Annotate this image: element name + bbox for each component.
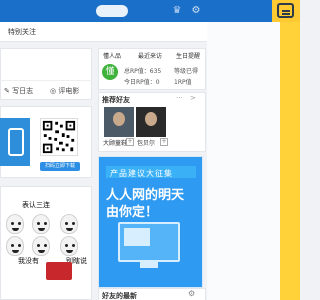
ad-headline-2: 由你定！ bbox=[106, 205, 159, 220]
avatar[interactable]: 懂 bbox=[102, 64, 118, 80]
total-rp: 总RP值：635 bbox=[124, 68, 162, 75]
download-button[interactable]: 扫码立即下载 bbox=[40, 162, 80, 171]
ad-top-label: 产品建议大征集 bbox=[110, 169, 173, 178]
crown-icon[interactable]: ♛ bbox=[170, 4, 184, 18]
level-info: 等级已得 bbox=[174, 68, 199, 75]
meme-face bbox=[60, 214, 78, 234]
friend-news-title: 好友的最新 bbox=[102, 292, 137, 300]
gear-icon[interactable]: ⚙ bbox=[190, 4, 202, 18]
meme-face bbox=[32, 214, 50, 234]
meme-face bbox=[32, 236, 50, 256]
friend-name[interactable]: 大顾童鞋 bbox=[103, 138, 127, 147]
tab-recent-visits[interactable]: 最近来访 bbox=[138, 51, 162, 60]
right-panel bbox=[207, 22, 280, 300]
chevron-right-icon[interactable]: > bbox=[190, 94, 196, 102]
red-book-image bbox=[46, 262, 72, 280]
today-rp: 今日RP值：0 bbox=[124, 79, 160, 86]
comment-movie-button[interactable]: ◎ 评电影 bbox=[50, 86, 79, 96]
top-nav-bar bbox=[0, 0, 300, 22]
phone-banner bbox=[0, 118, 30, 166]
meme-face bbox=[6, 236, 24, 256]
qr-code bbox=[40, 118, 78, 156]
meme-face bbox=[60, 236, 78, 256]
meme-title: 表认三连 bbox=[22, 201, 50, 209]
write-log-label: 写日志 bbox=[12, 87, 34, 95]
blurred-username bbox=[96, 5, 128, 17]
friend-name[interactable]: 包贝尔 bbox=[137, 138, 155, 147]
side-accent-strip bbox=[280, 0, 300, 300]
more-icon[interactable]: ··· bbox=[176, 94, 183, 102]
gear-icon[interactable]: ⚙ bbox=[188, 289, 195, 298]
tab-renpin[interactable]: 懂人品 bbox=[103, 51, 121, 60]
friend-photo[interactable] bbox=[136, 107, 166, 137]
meme-face bbox=[6, 214, 24, 234]
add-friend-icon[interactable]: + bbox=[126, 138, 134, 146]
meme-caption-left: 我没有 bbox=[18, 257, 39, 265]
rp-info: 1RP值 bbox=[174, 79, 192, 86]
tab-special-follow[interactable]: 特别关注 bbox=[8, 27, 36, 37]
friend-photo[interactable] bbox=[104, 107, 134, 137]
friends-title: 推荐好友 bbox=[102, 96, 130, 104]
monitor-screen-panel bbox=[124, 228, 150, 246]
comment-movie-label: 评电影 bbox=[58, 87, 80, 95]
tab-birthday-reminder[interactable]: 生日提醒 bbox=[176, 51, 200, 60]
message-face-icon[interactable] bbox=[272, 0, 300, 22]
add-friend-icon[interactable]: + bbox=[160, 138, 168, 146]
write-log-button[interactable]: ✎ 写日志 bbox=[4, 86, 33, 96]
